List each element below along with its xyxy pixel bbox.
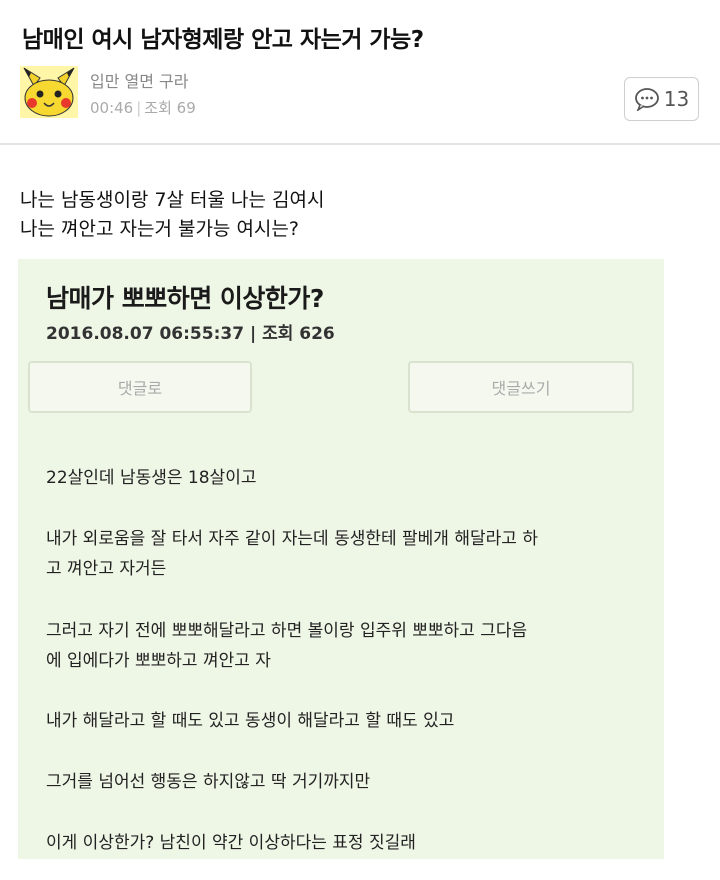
embed-paragraph: 내가 해달라고 할 때도 있고 동생이 해달라고 할 때도 있고 [46, 706, 454, 736]
comment-count-button[interactable]: 13 [624, 77, 699, 121]
embed-line: 에 입에다가 뽀뽀하고 껴안고 자 [46, 651, 271, 671]
meta-separator: | [136, 99, 142, 117]
embed-meta: 2016.08.07 06:55:37 | 조회 626 [46, 324, 335, 344]
embed-write-comment-button: 댓글쓰기 [408, 361, 634, 413]
comment-count: 13 [663, 87, 690, 111]
speech-bubble-icon [634, 88, 659, 111]
post-title: 남매인 여시 남자형제랑 안고 자는거 가능? [22, 27, 424, 53]
embed-paragraph: 내가 외로움을 잘 타서 자주 같이 자는데 동생한테 팔베개 해달라고 하 고… [46, 524, 538, 584]
post-body: 나는 남동생이랑 7살 터울 나는 김여시 나는 껴안고 자는거 불가능 여시는… [20, 186, 325, 244]
embed-line: 이게 이상한가? 남친이 약간 이상하다는 표정 짓길래 [46, 833, 416, 853]
embed-comments-button: 댓글로 [28, 361, 252, 413]
post-time: 00:46 [90, 99, 134, 117]
embed-line: 내가 외로움을 잘 타서 자주 같이 자는데 동생한테 팔베개 해달라고 하 [46, 529, 538, 549]
embed-line: 22살인데 남동생은 18살이고 [46, 468, 257, 488]
author-name[interactable]: 입만 열면 구라 [90, 68, 189, 92]
header-divider [0, 143, 720, 145]
embedded-screenshot: 남매가 뽀뽀하면 이상한가? 2016.08.07 06:55:37 | 조회 … [18, 259, 664, 859]
embed-paragraph: 22살인데 남동생은 18살이고 [46, 463, 256, 493]
embed-line: 내가 해달라고 할 때도 있고 동생이 해달라고 할 때도 있고 [46, 711, 455, 731]
embed-line: 고 껴안고 자거든 [46, 559, 167, 579]
body-line: 나는 껴안고 자는거 불가능 여시는? [20, 218, 299, 240]
embed-line: 그거를 넘어선 행동은 하지않고 딱 거기까지만 [46, 772, 371, 792]
post-meta: 00:46 | 조회 69 [90, 97, 196, 118]
pikachu-avatar-icon [20, 66, 78, 118]
post-header: 남매인 여시 남자형제랑 안고 자는거 가능? 입만 열면 구라 00:46 | 조… [0, 0, 720, 142]
embed-title: 남매가 뽀뽀하면 이상한가? [46, 284, 324, 313]
author-avatar[interactable] [20, 66, 78, 118]
post-views: 조회 69 [144, 99, 196, 117]
embed-paragraph: 그러고 자기 전에 뽀뽀해달라고 하면 볼이랑 입주위 뽀뽀하고 그다음 에 입… [46, 616, 527, 676]
body-line: 나는 남동생이랑 7살 터울 나는 김여시 [20, 189, 325, 211]
embed-line: 그러고 자기 전에 뽀뽀해달라고 하면 볼이랑 입주위 뽀뽀하고 그다음 [46, 621, 528, 641]
embed-paragraph: 그거를 넘어선 행동은 하지않고 딱 거기까지만 [46, 767, 370, 797]
embed-paragraph: 이게 이상한가? 남친이 약간 이상하다는 표정 짓길래 [46, 828, 416, 858]
